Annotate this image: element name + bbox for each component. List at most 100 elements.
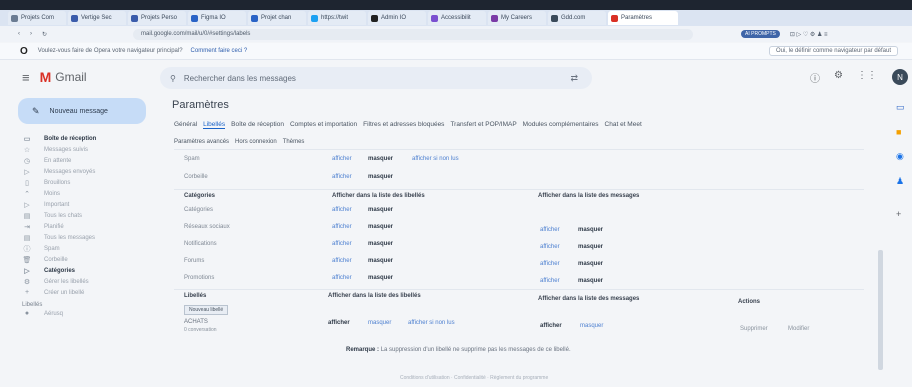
remove-label-link[interactable]: Supprimer [740,326,768,332]
category-show-link[interactable]: afficher [332,207,352,213]
category-show-link[interactable]: afficher [332,275,352,281]
browser-tab[interactable]: Paramètres [608,11,678,25]
sidebar-item[interactable]: ▭ Boîte de réception [22,133,152,144]
sidebar-label-item[interactable]: ● Aérusq [22,308,152,319]
category-msg-hide-link[interactable]: masquer [578,278,603,284]
spam-show-unread-link[interactable]: afficher si non lus [412,156,459,162]
gmail-logo[interactable]: M Gmail [40,69,87,85]
label-show-unread-link[interactable]: afficher si non lus [408,320,455,326]
infobar-link[interactable]: Comment faire ceci ? [191,48,248,54]
spam-show-link[interactable]: afficher [332,156,352,162]
browser-tab[interactable]: Projet chan [248,11,306,25]
category-msg-show-link[interactable]: afficher [540,244,560,250]
trash-show-link[interactable]: afficher [332,174,352,180]
label-hide-link[interactable]: masquer [368,320,391,326]
settings-gear-icon[interactable]: ⚙ [834,70,843,85]
category-msg-show-link[interactable]: afficher [540,261,560,267]
tab-7[interactable]: Chat et Meet [605,121,642,129]
back-icon[interactable]: ‹ [18,31,20,37]
browser-tab-label: Accessibilit [441,15,471,21]
search-input[interactable]: ⚲ Rechercher dans les messages ⇄ [160,67,592,89]
browser-tab[interactable]: Gdd.com [548,11,606,25]
spam-hide-link[interactable]: masquer [368,156,393,162]
address-text: mail.google.com/mail/u/0/#settings/label… [141,31,251,37]
category-hide-link[interactable]: masquer [368,258,393,264]
browser-tab-label: Paramètres [621,15,653,21]
sidebar-item[interactable]: ▯ Brouillons [22,177,152,188]
contacts-icon[interactable]: ♟ [896,176,912,187]
search-options-icon[interactable]: ⇄ [570,73,578,84]
sidebar-item[interactable]: ▷ Important [22,199,152,210]
new-label-button[interactable]: Nouveau libellé [184,305,229,315]
menu-icon[interactable]: ≡ [22,70,30,85]
sidebar-item[interactable]: ▤ Tous les chats [22,210,152,221]
calendar-icon[interactable]: ▭ [896,102,912,113]
category-hide-link[interactable]: masquer [368,224,393,230]
category-msg-hide-link[interactable]: masquer [578,261,603,267]
category-show-link[interactable]: afficher [332,224,352,230]
edit-label-link[interactable]: Modifier [788,326,809,332]
sidebar-item[interactable]: ◷ En attente [22,155,152,166]
tab-2[interactable]: Boîte de réception [231,121,284,129]
category-msg-show-link[interactable]: afficher [540,227,560,233]
sidebar-item-label: En attente [44,157,72,164]
browser-tab[interactable]: Vertige Sec [68,11,126,25]
set-default-button[interactable]: Oui, le définir comme navigateur par déf… [768,46,898,56]
add-addon-icon[interactable]: + [896,209,912,219]
category-msg-hide-link[interactable]: masquer [578,227,603,233]
ai-prompts-button[interactable]: AI PROMPTS [741,30,780,38]
address-bar[interactable]: mail.google.com/mail/u/0/#settings/label… [133,28,694,40]
label-show-link[interactable]: afficher [328,320,350,326]
keep-icon[interactable]: ■ [896,127,912,137]
tasks-icon[interactable]: ◉ [896,151,912,162]
footer-links[interactable]: Conditions d'utilisation · Confidentiali… [400,375,548,381]
sidebar-item[interactable]: ⚙ Gérer les libellés [22,276,152,287]
label-msg-show-link[interactable]: afficher [540,323,562,329]
sidebar-item[interactable]: ▤ Tous les messages [22,232,152,243]
browser-tab[interactable]: https://twit [308,11,366,25]
browser-tab[interactable]: My Careers [488,11,546,25]
subtab-2[interactable]: Thèmes [283,139,305,145]
sidebar-item[interactable]: + Créer un libellé [22,287,152,298]
sidebar-item[interactable]: ☆ Messages suivis [22,144,152,155]
tab-3[interactable]: Comptes et importation [290,121,357,129]
category-show-link[interactable]: afficher [332,258,352,264]
category-show-link[interactable]: afficher [332,241,352,247]
sidebar-item[interactable]: ⇥ Planifié [22,221,152,232]
browser-tab[interactable]: Figma IO [188,11,246,25]
help-icon[interactable]: ⓘ [810,70,820,85]
browser-tab[interactable]: Admin IO [368,11,426,25]
scrollbar[interactable] [878,250,883,370]
extensions-icon[interactable]: ⊡ ▷ ♡ ⚙ ♟ ≡ [790,31,828,38]
category-hide-link[interactable]: masquer [368,207,393,213]
tab-4[interactable]: Filtres et adresses bloquées [363,121,444,129]
category-msg-show-link[interactable]: afficher [540,278,560,284]
sidebar-item[interactable]: ▷ Catégories [22,265,152,276]
category-hide-link[interactable]: masquer [368,275,393,281]
avatar[interactable]: N [892,69,908,85]
trash-hide-link[interactable]: masquer [368,174,393,180]
subtab-0[interactable]: Paramètres avancés [174,139,229,145]
sidebar-item[interactable]: ▷ Messages envoyés [22,166,152,177]
subtab-1[interactable]: Hors connexion [235,139,277,145]
forward-icon[interactable]: › [30,31,32,37]
tab-0[interactable]: Général [174,121,197,129]
categories-header: Catégories [184,193,216,199]
compose-button[interactable]: ✎ Nouveau message [18,98,146,124]
search-icon[interactable]: ⚲ [170,74,176,83]
tab-6[interactable]: Modules complémentaires [523,121,599,129]
gmail-header: ≡ M Gmail ⚲ Rechercher dans les messages … [0,61,912,93]
apps-grid-icon[interactable]: ⋮⋮ [857,70,877,85]
tab-1[interactable]: Libellés [203,121,226,129]
browser-tab[interactable]: Accessibilit [428,11,486,25]
sidebar-item[interactable]: ⌃ Moins [22,188,152,199]
category-hide-link[interactable]: masquer [368,241,393,247]
label-msg-hide-link[interactable]: masquer [580,323,603,329]
category-msg-hide-link[interactable]: masquer [578,244,603,250]
sidebar-item[interactable]: 🗑 Corbeille [22,254,152,265]
sidebar-item[interactable]: ⓘ Spam [22,243,152,254]
browser-tab[interactable]: Projets Perso [128,11,186,25]
reload-icon[interactable]: ↻ [42,31,47,38]
browser-tab[interactable]: Projets Com [8,11,66,25]
tab-5[interactable]: Transfert et POP/IMAP [450,121,516,129]
